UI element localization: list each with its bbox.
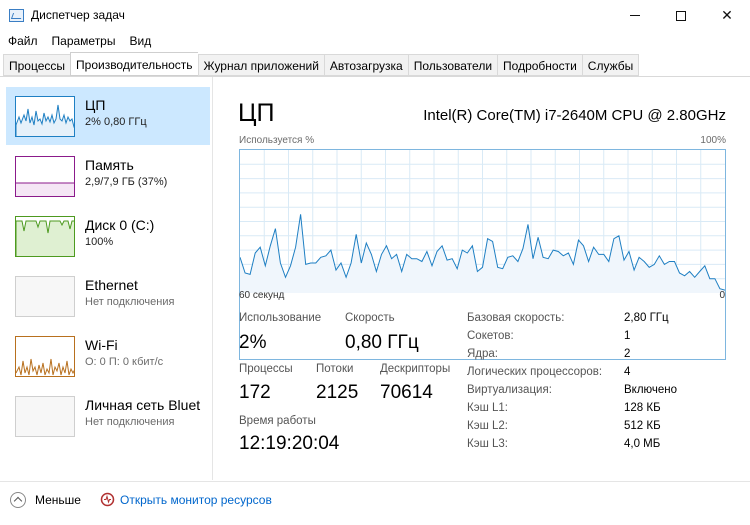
- task-manager-icon: [9, 9, 24, 22]
- usage-value: 2%: [239, 332, 267, 353]
- sidebar-item-value: 2% 0,80 ГГц: [85, 116, 147, 128]
- chevron-up-icon[interactable]: [10, 492, 26, 508]
- tab-details[interactable]: Подробности: [497, 54, 582, 76]
- close-button[interactable]: ✕: [704, 0, 750, 31]
- threads-value: 2125: [316, 382, 359, 403]
- window-title: Диспетчер задач: [31, 8, 125, 22]
- cpu-thumbnail-graph: [15, 96, 75, 137]
- graph-min-label: 0: [719, 290, 725, 301]
- spec-value: 1: [624, 330, 631, 342]
- disk-thumbnail-graph: [15, 216, 75, 257]
- spec-value: 2,80 ГГц: [624, 312, 669, 324]
- speed-label: Скорость: [345, 312, 395, 324]
- tab-app-history[interactable]: Журнал приложений: [197, 54, 324, 76]
- graph-max-label: 100%: [700, 135, 726, 146]
- menu-view[interactable]: Вид: [121, 32, 157, 52]
- spec-value: 512 КБ: [624, 420, 661, 432]
- open-resource-monitor-link[interactable]: Открыть монитор ресурсов: [120, 493, 272, 507]
- spec-key: Виртуализация:: [467, 384, 552, 396]
- fewer-details-button[interactable]: Меньше: [35, 493, 81, 507]
- maximize-icon: [676, 10, 686, 21]
- processes-value: 172: [239, 382, 271, 403]
- usage-label: Использование: [239, 312, 322, 324]
- memory-thumbnail-graph: [15, 156, 75, 197]
- tab-processes[interactable]: Процессы: [3, 54, 71, 76]
- sidebar-item-disk[interactable]: Диск 0 (C:) 100%: [6, 207, 210, 265]
- spec-key: Сокетов:: [467, 330, 514, 342]
- sidebar-item-memory[interactable]: Память 2,9/7,9 ГБ (37%): [6, 147, 210, 205]
- spec-value: 4,0 МБ: [624, 438, 661, 450]
- page-title: ЦП: [238, 99, 275, 127]
- sidebar-item-value: 2,9/7,9 ГБ (37%): [85, 176, 168, 188]
- title-bar: Диспетчер задач ✕: [0, 0, 750, 31]
- sidebar-item-cpu[interactable]: ЦП 2% 0,80 ГГц: [6, 87, 210, 145]
- graph-axis-label: Используется %: [239, 135, 315, 146]
- sidebar-item-wifi[interactable]: Wi-Fi О: 0 П: 0 кбит/с: [6, 327, 210, 385]
- close-icon: ✕: [721, 7, 733, 23]
- sidebar-item-label: Память: [85, 157, 134, 173]
- spec-key: Ядра:: [467, 348, 499, 360]
- spec-key: Базовая скорость:: [467, 312, 565, 324]
- uptime-value: 12:19:20:04: [239, 433, 340, 454]
- spec-value: Включено: [624, 384, 678, 396]
- handles-value: 70614: [380, 382, 433, 403]
- menu-file[interactable]: Файл: [0, 32, 44, 52]
- cpu-usage-graph-svg: [240, 150, 725, 293]
- sidebar-item-label: Личная сеть Bluet: [85, 397, 201, 413]
- bluetooth-thumbnail-graph: [15, 396, 75, 437]
- minimize-icon: [630, 15, 640, 16]
- sidebar-item-value: О: 0 П: 0 кбит/с: [85, 356, 164, 368]
- spec-value: 4: [624, 366, 631, 378]
- uptime-label: Время работы: [239, 415, 316, 427]
- cpu-usage-graph: [239, 149, 726, 360]
- menu-bar: Файл Параметры Вид: [0, 32, 157, 52]
- ethernet-thumbnail-graph: [15, 276, 75, 317]
- sidebar-item-label: Ethernet: [85, 277, 138, 293]
- spec-value: 128 КБ: [624, 402, 661, 414]
- sidebar-item-ethernet[interactable]: Ethernet Нет подключения: [6, 267, 210, 325]
- sidebar-item-label: Wi-Fi: [85, 337, 118, 353]
- speed-value: 0,80 ГГц: [345, 332, 419, 353]
- sidebar-item-bluetooth[interactable]: Личная сеть Bluet Нет подключения: [6, 387, 210, 445]
- maximize-button[interactable]: [658, 0, 704, 31]
- sidebar-item-label: Диск 0 (C:): [85, 217, 155, 233]
- threads-label: Потоки: [316, 363, 354, 375]
- sidebar-item-value: Нет подключения: [85, 416, 175, 428]
- cpu-model-name: Intel(R) Core(TM) i7-2640M CPU @ 2.80GHz: [423, 107, 726, 124]
- minimize-button[interactable]: [612, 0, 658, 31]
- tab-bar: Процессы Производительность Журнал прило…: [3, 52, 640, 76]
- processes-label: Процессы: [239, 363, 293, 375]
- graph-time-label: 60 секунд: [239, 290, 285, 301]
- cpu-detail-panel: ЦП Intel(R) Core(TM) i7-2640M CPU @ 2.80…: [214, 77, 750, 480]
- wifi-thumbnail-graph: [15, 336, 75, 377]
- spec-key: Логических процессоров:: [467, 366, 603, 378]
- menu-options[interactable]: Параметры: [44, 32, 122, 52]
- sidebar-item-label: ЦП: [85, 97, 106, 113]
- tab-users[interactable]: Пользователи: [407, 54, 498, 76]
- spec-value: 2: [624, 348, 631, 360]
- tab-startup[interactable]: Автозагрузка: [323, 54, 408, 76]
- tab-services[interactable]: Службы: [581, 54, 640, 76]
- sidebar-item-value: Нет подключения: [85, 296, 175, 308]
- spec-key: Кэш L2:: [467, 420, 508, 432]
- tab-performance[interactable]: Производительность: [70, 52, 198, 76]
- spec-key: Кэш L3:: [467, 438, 508, 450]
- resource-sidebar: ЦП 2% 0,80 ГГц Память 2,9/7,9 ГБ (37%) Д…: [0, 77, 213, 480]
- resource-monitor-icon: [100, 492, 115, 507]
- spec-key: Кэш L1:: [467, 402, 508, 414]
- sidebar-item-value: 100%: [85, 236, 114, 248]
- footer-bar: Меньше Открыть монитор ресурсов: [0, 481, 750, 525]
- handles-label: Дескрипторы: [380, 363, 451, 375]
